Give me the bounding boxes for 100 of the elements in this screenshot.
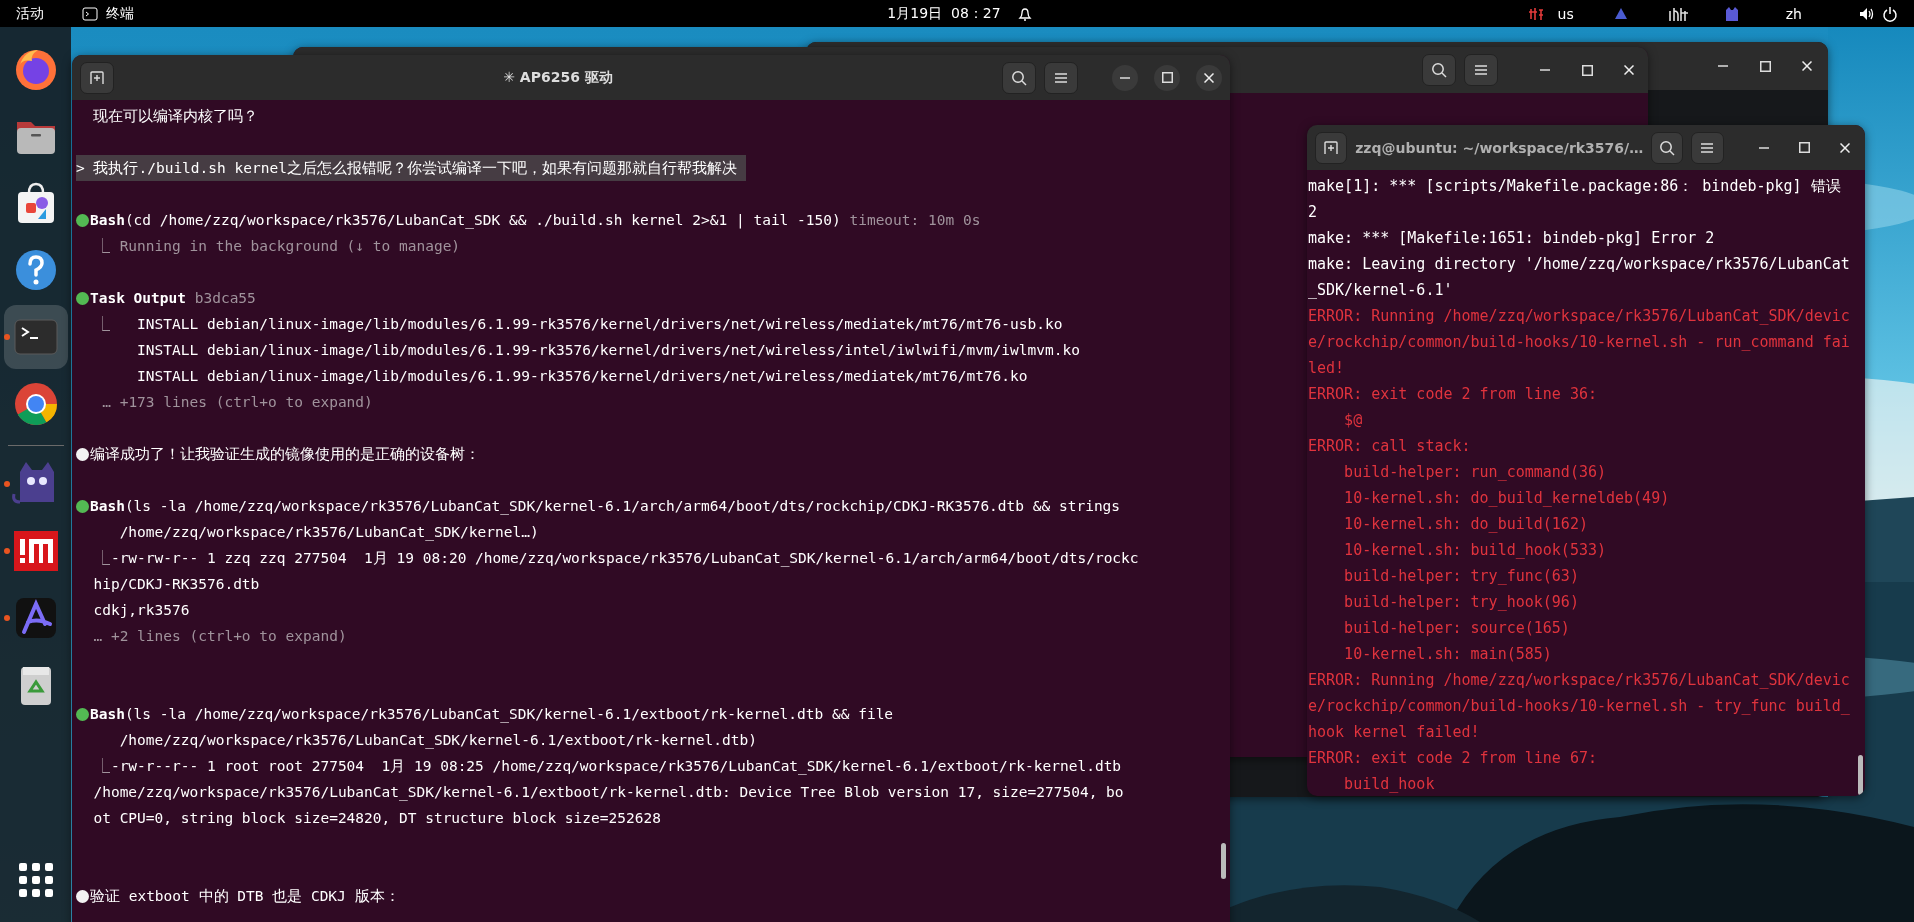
new-tab-button[interactable] xyxy=(1315,131,1348,164)
minimize-button[interactable] xyxy=(1112,64,1138,91)
close-icon xyxy=(1802,61,1812,71)
error-line: 10-kernel.sh: main(585) xyxy=(1344,644,1552,665)
activities-button[interactable]: 活动 xyxy=(10,2,50,25)
clock-button[interactable]: 1月19日 08：27 xyxy=(881,2,1007,25)
error-line: build-helper: run_command(36) xyxy=(1344,462,1606,483)
language-indicator[interactable]: zh xyxy=(1785,5,1802,22)
minimize-icon xyxy=(1758,146,1769,149)
assistant-message: 验证 extboot 中的 DTB 也是 CDKJ 版本： xyxy=(89,887,400,906)
menu-button[interactable] xyxy=(1044,61,1078,94)
error-line: ERROR: exit code 2 from line 36: xyxy=(1308,384,1597,405)
search-icon xyxy=(1431,62,1447,78)
indicator-icon xyxy=(1667,5,1690,22)
tool-call: Bash(cd /home/zzq/workspace/rk3576/LubanCat_SDK && ./build.sh kernel 2>&1 | tail -150) timeout: 10m 0s xyxy=(89,211,981,231)
search-button[interactable] xyxy=(1651,131,1684,164)
menu-button[interactable] xyxy=(1691,131,1724,164)
status-dot xyxy=(76,707,89,721)
output-line: INSTALL debian/linux-image/lib/modules/6.1.99-rk3576/kernel/drivers/net/wireless/mediatek/mt76/mt76-usb.ko xyxy=(137,315,1063,334)
branch-mark: ⎿ xyxy=(94,315,112,334)
maximize-icon xyxy=(1798,142,1810,153)
output-line: 2 xyxy=(1308,202,1318,223)
new-tab-icon xyxy=(1323,139,1340,156)
running-indicator xyxy=(3,481,10,487)
error-line: build-helper: source(165) xyxy=(1344,618,1570,639)
error-line: build-helper: try_func(63) xyxy=(1344,566,1579,587)
output-line: Running in the background (↓ to manage) xyxy=(119,237,461,256)
status-dot xyxy=(76,499,89,513)
maximize-button[interactable] xyxy=(1154,64,1180,91)
window-title: zzq@ubuntu: ~/workspace/rk3576/… xyxy=(1355,139,1644,156)
menu-button[interactable] xyxy=(1464,54,1498,86)
search-button[interactable] xyxy=(1002,61,1036,94)
search-icon xyxy=(1659,139,1676,156)
error-line: build_hook xyxy=(1344,774,1435,795)
error-line: hook kernel failed! xyxy=(1308,722,1480,743)
maximize-icon xyxy=(1161,72,1173,83)
close-button[interactable] xyxy=(1196,64,1222,91)
tool-call: Task Output b3dca55 xyxy=(89,289,256,308)
tool-call: /home/zzq/workspace/rk3576/LubanCat_SDK/kernel-6.1/extboot/rk-kernel.dtb) xyxy=(119,731,757,751)
output-line: make: *** [Makefile:1651: bindeb-pkg] Error 2 xyxy=(1308,228,1715,249)
output-line: ot CPU=0, string block size=24820, DT structure block size=252628 xyxy=(93,809,661,828)
error-line: ERROR: Running /home/zzq/workspace/rk3576/LubanCat_SDK/devic xyxy=(1308,306,1850,327)
error-line: ERROR: exit code 2 from line 67: xyxy=(1308,748,1597,769)
new-tab-icon xyxy=(89,69,105,86)
output-line: make[1]: *** [scripts/Makefile.package:86： bindeb-pkg] 错误 xyxy=(1308,176,1841,197)
minimize-icon xyxy=(1540,69,1550,71)
status-dot xyxy=(76,291,89,305)
minimize-icon xyxy=(1120,76,1130,79)
new-tab-button[interactable] xyxy=(80,61,114,94)
assistant-message: 编译成功了！让我验证生成的镜像使用的是正确的设备树： xyxy=(89,445,480,464)
error-line: ERROR: Running /home/zzq/workspace/rk3576/LubanCat_SDK/devic xyxy=(1308,670,1850,691)
apps-grid-icon xyxy=(18,863,53,897)
power-icon xyxy=(1882,5,1898,22)
output-line: cdkj,rk3576 xyxy=(93,601,190,620)
scrollbar-thumb[interactable] xyxy=(1221,843,1226,879)
output-line: make: Leaving directory '/home/zzq/workspace/rk3576/LubanCat xyxy=(1308,254,1850,275)
menu-icon xyxy=(1474,64,1488,76)
search-icon xyxy=(1011,69,1027,86)
branch-mark: ⎿ xyxy=(94,549,111,568)
output-line: hip/CDKJ-RK3576.dtb xyxy=(93,575,260,594)
error-line: ERROR: call stack: xyxy=(1308,436,1471,457)
menu-icon xyxy=(1700,141,1715,154)
input-method-icon xyxy=(1527,5,1544,22)
tool-call: Bash(ls -la /home/zzq/workspace/rk3576/LubanCat_SDK/kernel-6.1/arch/arm64/boot/dts/rockchip/CDKJ-RK3576.dtb && strings xyxy=(89,497,1121,517)
expand-hint: … +2 lines (ctrl+o to expand) xyxy=(93,627,347,646)
running-indicator xyxy=(3,548,10,554)
menu-icon xyxy=(1054,71,1068,84)
status-dot xyxy=(76,447,89,461)
search-button[interactable] xyxy=(1422,54,1456,86)
close-icon xyxy=(1624,65,1634,75)
output-line: INSTALL debian/linux-image/lib/modules/6.1.99-rk3576/kernel/drivers/net/wireless/mediatek/mt76/mt76.ko xyxy=(137,367,1028,386)
terminal-icon xyxy=(82,6,98,21)
expand-hint: … +173 lines (ctrl+o to expand) xyxy=(102,393,373,412)
app-menu-button[interactable]: 终端 xyxy=(76,2,140,25)
maximize-icon xyxy=(1759,60,1771,72)
maximize-icon xyxy=(1581,64,1593,76)
error-line: led! xyxy=(1308,358,1345,379)
window-title: ✳ AP6256 驱动 xyxy=(502,68,614,87)
error-line: e/rockchip/common/build-hooks/10-kernel.sh - try_func build_ xyxy=(1308,696,1850,717)
close-icon xyxy=(1204,72,1214,83)
status-dot xyxy=(76,213,89,227)
error-line: 10-kernel.sh: build_hook(533) xyxy=(1344,540,1606,561)
indicator-icon xyxy=(1613,6,1628,21)
output-line: INSTALL debian/linux-image/lib/modules/6.1.99-rk3576/kernel/drivers/net/wireless/intel/iwlwifi/mvm/iwlmvm.ko xyxy=(137,341,1080,360)
branch-mark: ⎿ xyxy=(94,757,111,776)
error-line: $@ xyxy=(1344,410,1363,431)
tool-call: /home/zzq/workspace/rk3576/LubanCat_SDK/kernel…) xyxy=(119,523,539,543)
tool-call: Bash(ls -la /home/zzq/workspace/rk3576/LubanCat_SDK/kernel-6.1/extboot/rk-kernel.dtb && file xyxy=(89,705,894,725)
output-line: _SDK/kernel-6.1' xyxy=(1308,280,1453,301)
running-indicator xyxy=(3,615,10,621)
output-line: -rw-rw-r-- 1 zzq zzq 277504 1月 19 08:20 /home/zzq/workspace/rk3576/LubanCat_SDK/kernel-6.1/arch/arm64/boot/dts/rockc xyxy=(110,549,1139,569)
keyboard-layout[interactable]: us xyxy=(1557,5,1574,22)
minimize-icon xyxy=(1718,65,1728,67)
output-line: -rw-r--r-- 1 root root 277504 1月 19 08:25 /home/zzq/workspace/rk3576/LubanCat_SDK/kernel-6.1/extboot/rk-kernel.dtb xyxy=(110,757,1122,777)
branch-mark: ⎿ xyxy=(94,237,112,256)
user-message: 现在可以编译内核了吗？ xyxy=(93,107,259,126)
error-line: 10-kernel.sh: do_build(162) xyxy=(1344,514,1588,535)
status-dot xyxy=(76,889,89,903)
bell-icon xyxy=(1016,5,1033,22)
error-line: build-helper: try_hook(96) xyxy=(1344,592,1579,613)
